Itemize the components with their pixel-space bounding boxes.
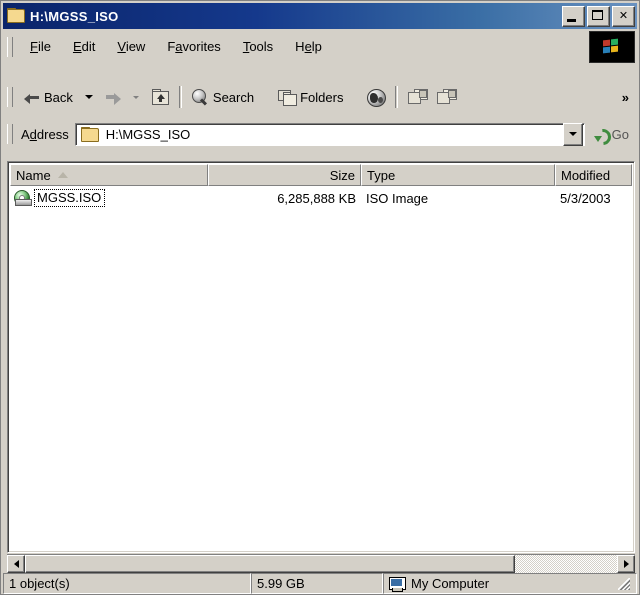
- forward-button[interactable]: [100, 83, 126, 111]
- menu-gripper[interactable]: [7, 36, 13, 57]
- forward-dropdown-icon[interactable]: [132, 95, 139, 99]
- toolbar-gripper[interactable]: [7, 87, 13, 107]
- scrollbar-track[interactable]: [515, 555, 617, 573]
- horizontal-scrollbar[interactable]: [7, 554, 635, 573]
- file-list-view[interactable]: Name Size Type Modified MGSS.ISO 6,285,8…: [7, 161, 635, 553]
- window-controls: ✕: [562, 5, 635, 27]
- menu-item-file[interactable]: File: [19, 35, 62, 58]
- globe-history-icon: [367, 88, 387, 107]
- folder-icon: [7, 8, 25, 24]
- forward-arrow-icon: [105, 90, 121, 105]
- status-bar: 1 object(s) 5.99 GB My Computer: [3, 573, 637, 594]
- address-input[interactable]: H:\MGSS_ISO: [74, 122, 585, 146]
- menu-item-tools[interactable]: Tools: [232, 35, 284, 58]
- toolbar-overflow-button[interactable]: »: [622, 90, 629, 105]
- status-location-label: My Computer: [411, 576, 490, 591]
- copy-to-button[interactable]: [432, 83, 461, 111]
- window-title: H:\MGSS_ISO: [30, 8, 119, 24]
- folders-button[interactable]: Folders: [273, 83, 348, 111]
- status-size: 5.99 GB: [251, 573, 383, 594]
- close-button[interactable]: ✕: [612, 5, 635, 27]
- folders-label: Folders: [300, 89, 344, 105]
- menu-item-view[interactable]: View: [106, 35, 156, 58]
- address-dropdown-button[interactable]: [562, 122, 583, 146]
- history-button[interactable]: [362, 83, 390, 111]
- toolbar-separator: [178, 86, 182, 108]
- search-button[interactable]: Search: [187, 83, 259, 111]
- address-label: Address: [21, 126, 69, 142]
- column-header-size[interactable]: Size: [208, 164, 361, 186]
- file-type-cell: ISO Image: [366, 190, 429, 206]
- menu-item-favorites[interactable]: Favorites: [156, 35, 231, 58]
- toolbar: Back Search Folders »: [3, 79, 637, 115]
- windows-flag-logo: [589, 30, 635, 63]
- up-button[interactable]: [146, 83, 174, 111]
- back-arrow-icon: [24, 90, 40, 104]
- back-label: Back: [44, 89, 73, 105]
- back-button[interactable]: Back: [19, 83, 78, 111]
- column-header-row: Name Size Type Modified: [10, 164, 632, 186]
- file-size-cell: 6,285,888 KB: [277, 190, 356, 206]
- move-to-button[interactable]: [403, 83, 432, 111]
- resize-grip[interactable]: [617, 577, 631, 591]
- address-bar: Address H:\MGSS_ISO Go: [3, 117, 637, 151]
- explorer-window: H:\MGSS_ISO ✕ File Edit View Favorites T…: [0, 0, 640, 595]
- status-location: My Computer: [383, 573, 637, 594]
- close-icon: ✕: [618, 9, 629, 22]
- menu-item-help[interactable]: Help: [284, 35, 333, 58]
- iso-disc-icon: [13, 190, 32, 206]
- go-arrow-icon: [591, 125, 614, 148]
- maximize-button[interactable]: [587, 5, 610, 27]
- menu-bar: File Edit View Favorites Tools Help: [3, 30, 637, 63]
- address-folder-icon: [80, 127, 99, 142]
- scrollbar-thumb[interactable]: [25, 555, 515, 573]
- file-name-label: MGSS.ISO: [34, 189, 106, 207]
- minimize-button[interactable]: [562, 5, 585, 27]
- file-rows: MGSS.ISO 6,285,888 KB ISO Image 5/3/2003: [10, 187, 632, 209]
- back-dropdown-icon[interactable]: [84, 95, 93, 99]
- my-computer-icon: [389, 576, 406, 592]
- status-object-count: 1 object(s): [3, 573, 251, 594]
- file-modified-cell: 5/3/2003: [560, 190, 611, 206]
- column-header-type[interactable]: Type: [361, 164, 555, 186]
- copy-to-folder-icon: [437, 89, 458, 105]
- scroll-right-button[interactable]: [617, 555, 635, 573]
- address-value: H:\MGSS_ISO: [105, 126, 191, 142]
- search-icon: [191, 89, 209, 106]
- column-header-name[interactable]: Name: [10, 164, 208, 186]
- file-name-cell[interactable]: MGSS.ISO: [10, 189, 208, 207]
- toolbar-separator-2: [395, 86, 399, 108]
- scroll-left-button[interactable]: [7, 555, 25, 573]
- search-label: Search: [212, 89, 255, 105]
- go-button[interactable]: Go: [591, 125, 629, 148]
- move-to-folder-icon: [408, 89, 429, 105]
- title-bar[interactable]: H:\MGSS_ISO ✕: [3, 3, 637, 29]
- up-folder-icon: [151, 89, 169, 105]
- go-label: Go: [611, 126, 629, 142]
- column-header-modified[interactable]: Modified: [555, 164, 632, 186]
- sort-ascending-icon: [57, 172, 68, 178]
- menu-item-edit[interactable]: Edit: [62, 35, 106, 58]
- address-gripper[interactable]: [7, 124, 13, 144]
- folders-icon: [278, 89, 298, 106]
- table-row[interactable]: MGSS.ISO 6,285,888 KB ISO Image 5/3/2003: [10, 187, 632, 209]
